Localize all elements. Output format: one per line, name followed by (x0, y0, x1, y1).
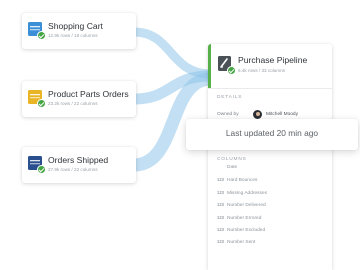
source-title: Shopping Cart (48, 21, 103, 31)
pipeline-meta: 6.4k rows / 33 columns (238, 68, 285, 73)
columns-list: Date 123 Hard Bounces 123 Missing Addresse… (217, 165, 327, 252)
column-row: 123 Hard Bounces (217, 177, 327, 189)
pipeline-title: Purchase Pipeline (238, 55, 308, 65)
source-title: Product Parts Orders (48, 89, 129, 99)
column-name: Number Sent (227, 240, 256, 246)
source-meta: 27.9k rows / 22 columns (48, 167, 98, 172)
source-meta: 12.9k rows / 18 columns (48, 33, 98, 38)
column-row: 123 Number Delivered (217, 202, 327, 214)
source-card-orders-shipped[interactable]: Orders Shipped 27.9k rows / 22 columns (22, 147, 136, 183)
check-icon (227, 66, 236, 75)
tooltip-text: Last updated 20 min ago (225, 128, 319, 138)
column-row: 123 Number Sent (217, 239, 327, 251)
table-dataset-icon (27, 89, 46, 108)
details-heading: DETAILS (217, 95, 243, 100)
owned-by-label: Owned by (217, 112, 239, 117)
table-dataset-icon (27, 155, 46, 174)
column-name: Missing Addresses (227, 190, 267, 196)
column-type: 123 (217, 226, 224, 232)
pipeline-header[interactable]: Purchase Pipeline 6.4k rows / 33 columns (208, 44, 332, 88)
column-name: Number Excluded (227, 227, 266, 233)
column-type: 123 (217, 214, 224, 220)
pipeline-icon (217, 55, 236, 75)
flow-shopping-cart (133, 27, 211, 79)
column-type: 123 (217, 177, 224, 183)
column-name: Hard Bounces (227, 178, 258, 184)
check-icon (37, 99, 46, 108)
divider (208, 88, 332, 89)
column-name: Date (227, 165, 238, 170)
source-meta: 23.2k rows / 22 columns (48, 101, 98, 106)
column-row: 123 Number Excluded (217, 227, 327, 239)
column-row: 123 Missing Addresses (217, 190, 327, 202)
column-name: Number Errored (227, 215, 262, 221)
source-title: Orders Shipped (48, 155, 109, 165)
column-row: Date (217, 165, 327, 177)
source-card-shopping-cart[interactable]: Shopping Cart 12.9k rows / 18 columns (22, 13, 136, 49)
column-type: 123 (217, 202, 224, 208)
last-updated-tooltip: Last updated 20 min ago (186, 119, 358, 150)
column-type: 123 (217, 239, 224, 245)
pipeline-card[interactable]: Purchase Pipeline 6.4k rows / 33 columns… (208, 44, 332, 270)
owner-name[interactable]: Mitchell Moody (266, 112, 298, 117)
column-row: 123 Number Errored (217, 215, 327, 227)
table-dataset-icon (27, 21, 46, 40)
column-name: Number Delivered (227, 203, 266, 209)
column-type: 123 (217, 189, 224, 195)
avatar (253, 110, 262, 119)
check-icon (37, 31, 46, 40)
source-card-product-parts-orders[interactable]: Product Parts Orders 23.2k rows / 22 col… (22, 81, 136, 117)
check-icon (37, 165, 46, 174)
columns-heading: COLUMNS (217, 157, 247, 162)
